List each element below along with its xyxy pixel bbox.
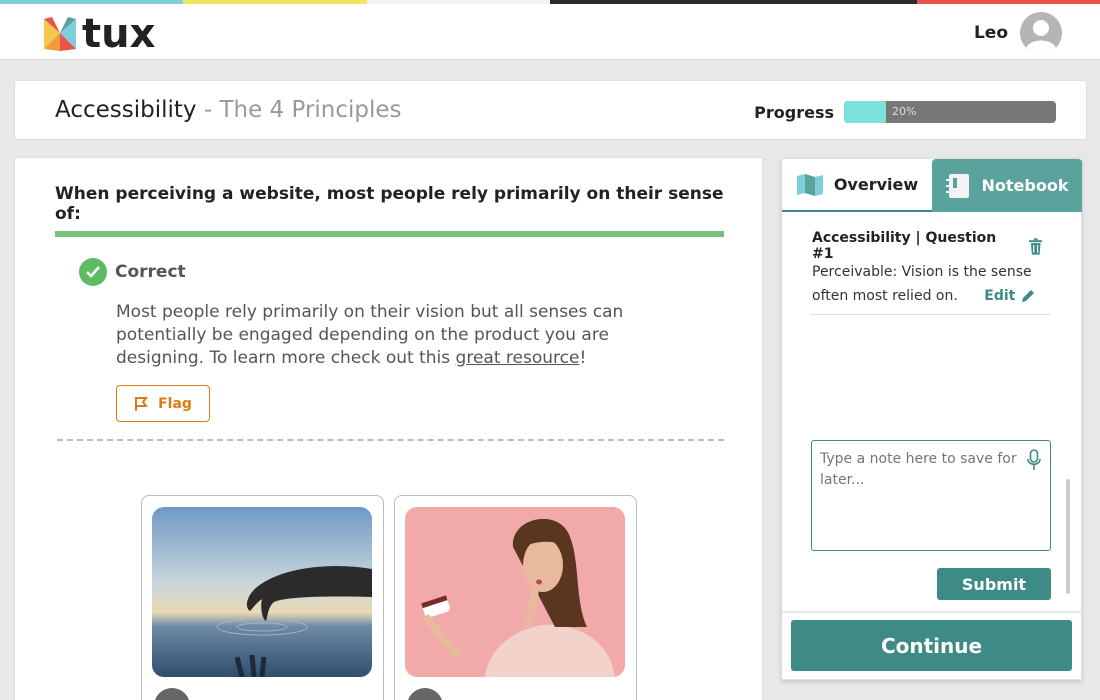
submit-note-button[interactable]: Submit — [937, 568, 1051, 600]
continue-button[interactable]: Continue — [791, 620, 1072, 671]
flag-label: Flag — [158, 395, 192, 412]
page-title: Accessibility - The 4 Principles — [55, 97, 402, 123]
edit-note-button[interactable]: Edit — [984, 284, 1035, 308]
note-divider — [810, 314, 1050, 315]
tab-overview-label: Overview — [833, 175, 919, 194]
explanation-end: ! — [579, 348, 587, 368]
progress-bar-fill — [844, 101, 887, 123]
tab-notebook-label: Notebook — [981, 176, 1069, 195]
brand-logo[interactable]: tux — [42, 14, 155, 54]
tab-notebook[interactable]: Notebook — [932, 159, 1082, 212]
note-input[interactable] — [811, 440, 1051, 551]
note-content: Perceivable: Vision is the sense often m… — [812, 260, 1052, 308]
correct-divider — [55, 231, 724, 237]
user-menu[interactable]: Leo — [974, 12, 1062, 54]
question-area: When perceiving a website, most people r… — [14, 157, 763, 700]
answer-touch-image — [152, 507, 372, 677]
microphone-icon[interactable] — [1027, 449, 1041, 471]
trash-icon[interactable] — [1028, 237, 1042, 255]
progress-label: Progress — [754, 102, 834, 122]
tux-logo-icon — [44, 17, 76, 51]
question-prompt: When perceiving a website, most people r… — [55, 184, 724, 224]
result-label: Correct — [115, 262, 186, 282]
map-icon — [796, 173, 823, 196]
answer-radio-taste[interactable] — [407, 688, 443, 700]
brand-name: tux — [82, 11, 156, 57]
panel-tabs: Overview Notebook — [782, 159, 1083, 212]
flag-button[interactable]: Flag — [116, 385, 210, 422]
lesson-subtitle: - The 4 Principles — [196, 97, 402, 123]
check-circle-icon — [79, 258, 107, 286]
result-row: Correct — [79, 258, 186, 286]
resource-link[interactable]: great resource — [456, 348, 580, 368]
pencil-icon — [1022, 290, 1035, 302]
app-header: tux Leo — [0, 4, 1100, 60]
flag-icon — [135, 396, 149, 411]
edit-label: Edit — [984, 288, 1016, 304]
lesson-title-bar: Accessibility - The 4 Principles Progres… — [14, 80, 1087, 140]
panel-scrollbar[interactable] — [1066, 479, 1070, 594]
notebook-icon — [945, 173, 969, 198]
note-header: Accessibility | Question #1 — [812, 230, 1042, 262]
section-divider — [57, 439, 724, 441]
lesson-title: Accessibility — [55, 97, 197, 123]
progress-indicator: Progress 20% — [754, 101, 1056, 123]
note-heading: Accessibility | Question #1 — [812, 230, 997, 262]
answer-card-taste[interactable] — [394, 495, 637, 700]
answer-card-touch[interactable] — [141, 495, 384, 700]
tab-overview[interactable]: Overview — [782, 159, 932, 212]
answer-radio-touch[interactable] — [154, 688, 190, 700]
progress-value: 20% — [892, 105, 917, 118]
side-panel: Overview Notebook Accessibility | Questi… — [781, 158, 1083, 680]
user-avatar-icon[interactable] — [1020, 12, 1062, 54]
answer-taste-image — [405, 507, 625, 677]
user-name: Leo — [973, 23, 1008, 43]
answer-explanation: Most people rely primarily on their visi… — [116, 301, 676, 370]
progress-bar: 20% — [844, 101, 1056, 123]
